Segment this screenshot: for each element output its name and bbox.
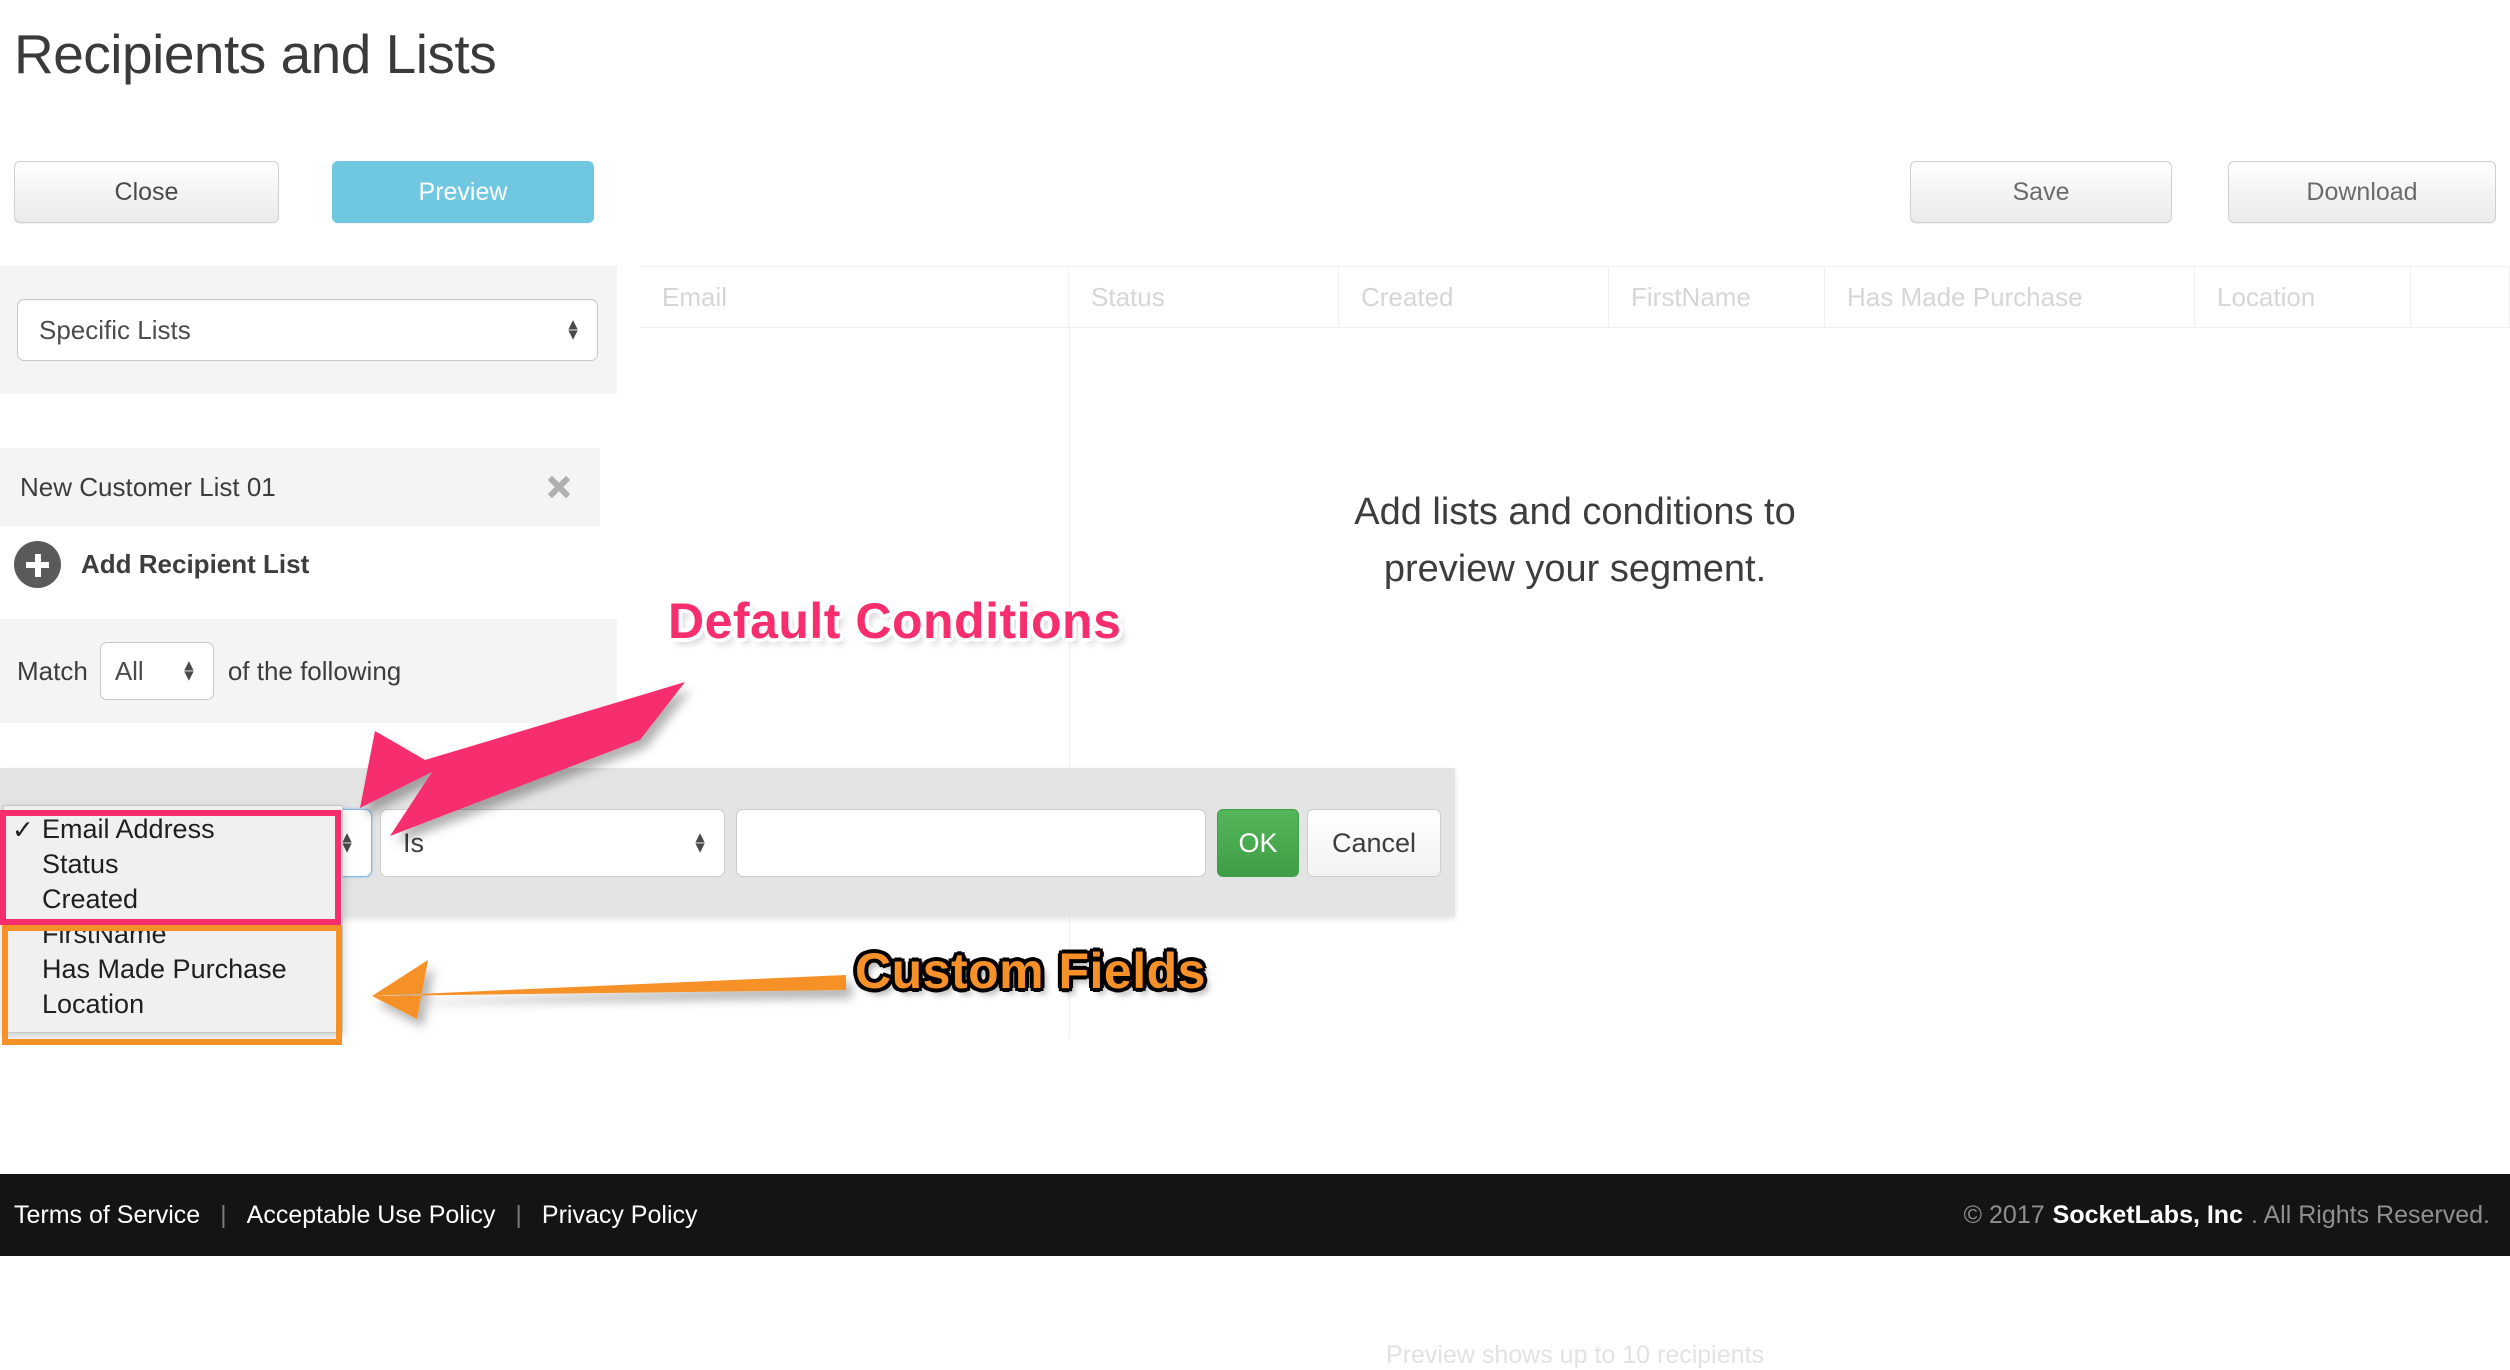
recipient-list-name: New Customer List 01 [20, 471, 276, 502]
empty-state-message: Add lists and conditions to preview your… [640, 484, 2510, 598]
footer-links: Terms of Service | Acceptable Use Policy | P… [14, 1201, 698, 1230]
match-mode-select[interactable]: All ▲ ▼ [99, 642, 214, 700]
page-title: Recipients and Lists [14, 23, 497, 85]
footer-separator: | [515, 1200, 522, 1229]
dropdown-option-created[interactable]: Created [4, 882, 342, 917]
condition-operator-select[interactable]: Is ▲ ▼ [380, 809, 725, 877]
dropdown-option-email-address[interactable]: Email Address [4, 812, 342, 847]
cancel-button[interactable]: Cancel [1307, 809, 1441, 877]
plus-icon [14, 541, 61, 588]
table-column-header-has-made-purchase: Has Made Purchase [1825, 266, 2195, 328]
default-conditions-callout: Default Conditions [668, 593, 1122, 649]
preview-note: Preview shows up to 10 recipients [1386, 1341, 1764, 1369]
recipient-list-item[interactable]: New Customer List 01 [0, 448, 600, 526]
chevron-updown-icon: ▲ ▼ [565, 316, 581, 343]
table-column-header-status: Status [1069, 266, 1339, 328]
ok-button[interactable]: OK [1217, 809, 1299, 877]
match-prefix-label: Match [17, 655, 88, 686]
recipients-table-header: Email Status Created FirstName Has Made Purc… [640, 266, 2510, 328]
add-recipient-list-label: Add Recipient List [81, 549, 310, 579]
match-suffix-label: of the following [227, 655, 402, 686]
list-scope-select[interactable]: Specific Lists ▲ ▼ [17, 299, 598, 361]
table-column-header-firstname: FirstName [1609, 266, 1825, 328]
match-conditions-row: Match All ▲ ▼ of the following [0, 619, 617, 723]
table-column-divider [1069, 328, 1070, 1038]
footer-link-terms-of-service[interactable]: Terms of Service [14, 1201, 200, 1230]
condition-operator-value: Is [403, 827, 425, 858]
footer-link-acceptable-use-policy[interactable]: Acceptable Use Policy [247, 1201, 496, 1230]
custom-fields-callout: Custom Fields [855, 943, 1206, 999]
footer-separator: | [220, 1200, 227, 1229]
copyright-suffix: . All Rights Reserved. [2251, 1200, 2490, 1229]
table-column-header-created: Created [1339, 266, 1609, 328]
empty-state-line-2: preview your segment. [1383, 548, 1767, 590]
dropdown-option-location[interactable]: Location [4, 987, 342, 1022]
segment-preview-area: Email Status Created FirstName Has Made Purc… [640, 266, 2510, 1369]
empty-state-line-1: Add lists and conditions to [1354, 491, 1796, 533]
condition-field-dropdown[interactable]: Email AddressStatusCreatedFirstNameHas M… [3, 805, 343, 1033]
list-scope-block: Specific Lists ▲ ▼ [0, 266, 617, 394]
footer-copyright: © 2017 SocketLabs, Inc . All Rights Rese… [1964, 1201, 2490, 1230]
dropdown-option-status[interactable]: Status [4, 847, 342, 882]
download-button[interactable]: Download [2228, 161, 2496, 223]
close-button[interactable]: Close [14, 161, 279, 223]
table-column-header-email: Email [640, 266, 1069, 328]
list-scope-value: Specific Lists [39, 314, 191, 345]
close-icon[interactable] [544, 472, 574, 502]
preview-button[interactable]: Preview [332, 161, 594, 223]
table-column-header-blank [2411, 266, 2510, 328]
copyright-prefix: © 2017 [1963, 1200, 2045, 1229]
table-column-header-location: Location [2195, 266, 2411, 328]
company-name: SocketLabs, Inc [2052, 1200, 2243, 1229]
page-footer: Terms of Service | Acceptable Use Policy | P… [0, 1174, 2510, 1256]
add-recipient-list-button[interactable]: Add Recipient List [14, 541, 309, 588]
dropdown-option-firstname[interactable]: FirstName [4, 917, 342, 952]
match-mode-value: All [114, 655, 144, 686]
condition-value-input[interactable] [736, 809, 1206, 877]
dropdown-option-has-made-purchase[interactable]: Has Made Purchase [4, 952, 342, 987]
chevron-updown-icon: ▲ ▼ [180, 657, 197, 684]
chevron-updown-icon: ▲ ▼ [692, 829, 708, 856]
footer-link-privacy-policy[interactable]: Privacy Policy [542, 1201, 698, 1230]
save-button[interactable]: Save [1910, 161, 2172, 223]
